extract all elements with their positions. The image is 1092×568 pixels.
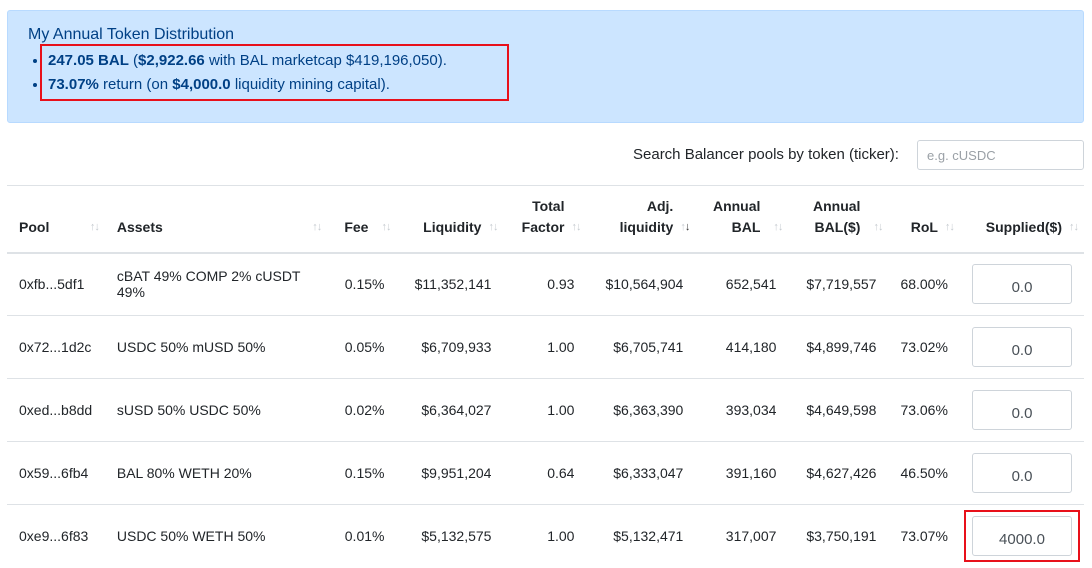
pool-address: 0xfb...5df1	[7, 252, 105, 316]
pool-annual-bal: 391,160	[695, 441, 789, 505]
col-adj-liquidity-header[interactable]: Adj. liquidity ↑↓	[586, 185, 696, 254]
sort-icon: ↑↓	[1069, 220, 1079, 233]
sort-icon: ↑↓	[89, 220, 100, 233]
col-pool-header[interactable]: Pool ↑↓	[7, 185, 105, 254]
sort-desc-icon: ↑↓	[680, 220, 690, 233]
pool-factor: 1.00	[503, 504, 587, 568]
pool-assets: sUSD 50% USDC 50%	[104, 378, 328, 442]
pool-address: 0xed...b8dd	[7, 378, 105, 442]
pool-fee: 0.01%	[327, 504, 397, 568]
pool-assets: BAL 80% WETH 20%	[104, 441, 328, 505]
sort-icon: ↑↓	[571, 220, 581, 233]
pool-assets: cBAT 49% COMP 2% cUSDT 49%	[104, 252, 328, 316]
pool-adj-liquidity: $6,705,741	[586, 315, 696, 379]
supplied-highlight	[964, 510, 1080, 563]
pool-factor: 0.64	[503, 441, 587, 505]
table-header-row: Pool ↑↓ Assets ↑↓ Fee ↑↓ Liquidity ↑↓ Total F…	[7, 185, 1084, 254]
pool-liquidity: $9,951,204	[396, 441, 504, 505]
summary-highlight-box	[40, 44, 509, 101]
table-row: 0x59...6fb4 BAL 80% WETH 20% 0.15% $9,95…	[7, 441, 1084, 505]
col-assets-header[interactable]: Assets ↑↓	[104, 185, 328, 254]
pool-rol: 73.06%	[888, 378, 960, 442]
pool-address: 0x59...6fb4	[7, 441, 105, 505]
pool-rol: 46.50%	[888, 441, 960, 505]
sort-icon: ↑↓	[488, 220, 498, 233]
supplied-input[interactable]	[972, 516, 1072, 557]
pool-fee: 0.05%	[327, 315, 397, 379]
pool-liquidity: $6,709,933	[396, 315, 504, 379]
pool-liquidity: $6,364,027	[396, 378, 504, 442]
table-row: 0xe9...6f83 USDC 50% WETH 50% 0.01% $5,1…	[7, 504, 1084, 568]
col-annual-bal-header[interactable]: Annual BAL ↑↓	[695, 185, 789, 254]
pool-annual-bal-usd: $4,649,598	[788, 378, 889, 442]
sort-icon: ↑↓	[773, 220, 783, 233]
pool-liquidity: $11,352,141	[396, 252, 504, 316]
col-supplied-header[interactable]: Supplied($) ↑↓	[959, 185, 1084, 254]
pool-rol: 73.02%	[888, 315, 960, 379]
col-factor-header[interactable]: Total Factor ↑↓	[503, 185, 587, 254]
pool-annual-bal-usd: $3,750,191	[788, 504, 889, 568]
pool-factor: 1.00	[503, 378, 587, 442]
col-rol-header[interactable]: RoL ↑↓	[888, 185, 960, 254]
supplied-input[interactable]	[972, 390, 1072, 430]
col-annual-bal-usd-header[interactable]: Annual BAL($) ↑↓	[788, 185, 889, 254]
pool-assets: USDC 50% WETH 50%	[104, 504, 328, 568]
sort-icon: ↑↓	[873, 220, 883, 233]
pool-adj-liquidity: $6,363,390	[586, 378, 696, 442]
pool-annual-bal: 393,034	[695, 378, 789, 442]
col-liquidity-header[interactable]: Liquidity ↑↓	[396, 185, 504, 254]
pool-factor: 0.93	[503, 252, 587, 316]
pool-liquidity: $5,132,575	[396, 504, 504, 568]
col-fee-header[interactable]: Fee ↑↓	[327, 185, 397, 254]
pool-annual-bal: 414,180	[695, 315, 789, 379]
sort-icon: ↑↓	[381, 220, 391, 233]
pool-annual-bal-usd: $4,627,426	[788, 441, 889, 505]
pool-adj-liquidity: $6,333,047	[586, 441, 696, 505]
search-label: Search Balancer pools by token (ticker):	[633, 146, 899, 163]
supplied-input[interactable]	[972, 264, 1072, 305]
supplied-input[interactable]	[972, 453, 1072, 493]
pool-factor: 1.00	[503, 315, 587, 379]
sort-icon: ↑↓	[944, 220, 955, 233]
pool-fee: 0.15%	[327, 441, 397, 505]
summary-title: My Annual Token Distribution	[28, 26, 235, 43]
pool-fee: 0.02%	[327, 378, 397, 442]
pool-annual-bal-usd: $7,719,557	[788, 252, 889, 316]
pool-rol: 73.07%	[888, 504, 960, 568]
pool-adj-liquidity: $10,564,904	[586, 252, 696, 316]
pool-assets: USDC 50% mUSD 50%	[104, 315, 328, 379]
pool-annual-bal: 317,007	[695, 504, 789, 568]
pool-address: 0x72...1d2c	[7, 315, 105, 379]
pool-rol: 68.00%	[888, 252, 960, 316]
table-row: 0xed...b8dd sUSD 50% USDC 50% 0.02% $6,3…	[7, 378, 1084, 442]
pool-annual-bal: 652,541	[695, 252, 789, 316]
pool-adj-liquidity: $5,132,471	[586, 504, 696, 568]
pool-fee: 0.15%	[327, 252, 397, 316]
supplied-input[interactable]	[972, 327, 1072, 367]
pools-table: Pool ↑↓ Assets ↑↓ Fee ↑↓ Liquidity ↑↓ Total F…	[7, 185, 1084, 568]
pool-annual-bal-usd: $4,899,746	[788, 315, 889, 379]
table-row: 0xfb...5df1 cBAT 49% COMP 2% cUSDT 49% 0…	[7, 252, 1084, 316]
table-row: 0x72...1d2c USDC 50% mUSD 50% 0.05% $6,7…	[7, 315, 1084, 379]
sort-icon: ↑↓	[312, 220, 322, 233]
search-input[interactable]	[917, 140, 1084, 170]
pool-address: 0xe9...6f83	[7, 504, 105, 568]
